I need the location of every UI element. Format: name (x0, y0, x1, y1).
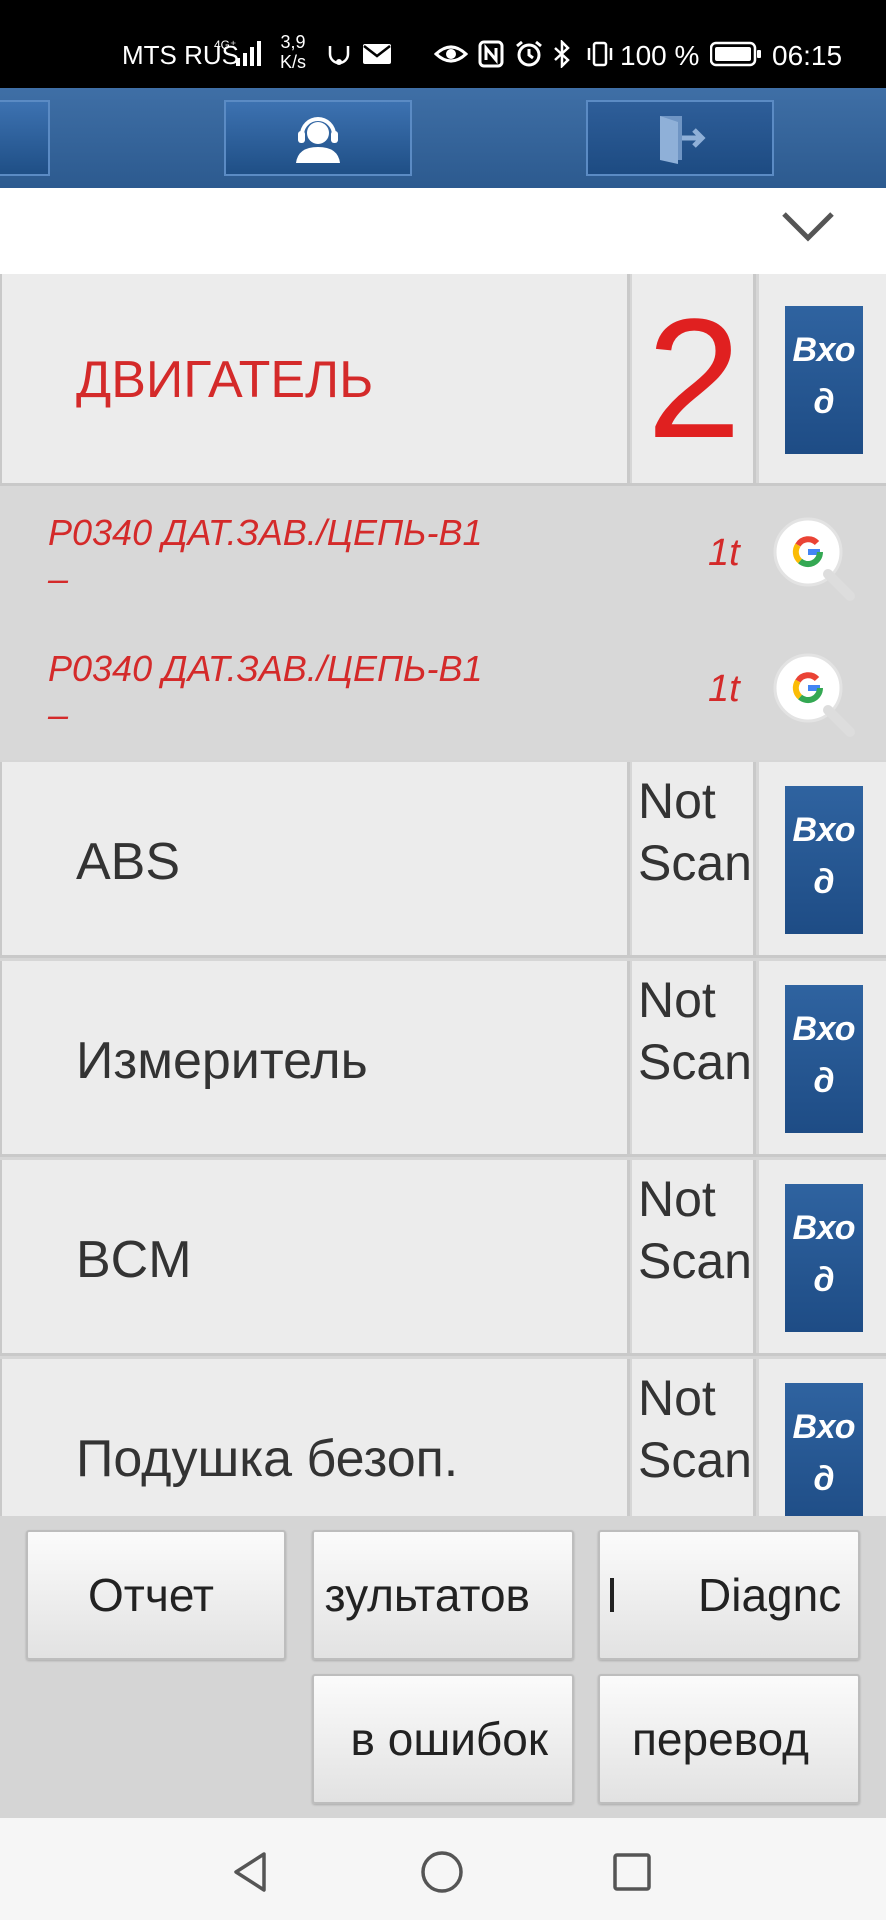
system-row-meter[interactable]: Измеритель Not Scanned Вхо д (0, 961, 886, 1157)
dtc-occurrence: 1t (708, 668, 740, 710)
dropdown-row (0, 188, 886, 274)
system-name: ABS (76, 833, 181, 891)
system-row-airbag[interactable]: Подушка безоп. Not Scanned Вхо д (0, 1359, 886, 1516)
dtc-code-line2: – (48, 558, 69, 599)
system-name-cell: BCM (0, 1160, 630, 1353)
translate-label: перевод (632, 1713, 809, 1765)
battery-percent: 100 % (620, 40, 700, 71)
translate-button[interactable]: перевод (598, 1674, 860, 1804)
dtc-count: 2 (646, 284, 742, 474)
system-list: ДВИГАТЕЛЬ 2 Вхо д P0340 ДАТ.ЗАВ./ЦЕПЬ-B1… (0, 274, 886, 1516)
scan-status: Not Scanned (638, 972, 753, 1090)
network-speed: 3,9 K/s (280, 32, 306, 72)
dtc-list: P0340 ДАТ.ЗАВ./ЦЕПЬ-B1 – 1t P0340 ДАТ.ЗА… (0, 486, 886, 760)
enter-label-line1: Вхо (792, 811, 856, 849)
enter-label-line1: Вхо (792, 1408, 856, 1446)
scan-status-cell: Not Scanned (632, 1359, 756, 1516)
enter-button[interactable]: Вхо д (785, 1383, 863, 1516)
enter-cell: Вхо д (759, 961, 886, 1154)
clock: 06:15 (772, 40, 843, 71)
scan-status-cell: Not Scanned (632, 961, 756, 1154)
scan-status-cell: Not Scanned (632, 762, 756, 955)
system-row-abs[interactable]: ABS Not Scanned Вхо д (0, 762, 886, 958)
enter-cell: Вхо д (759, 1359, 886, 1516)
clear-errors-button[interactable]: в ошибок (312, 1674, 574, 1804)
enter-button[interactable]: Вхо д (785, 786, 863, 934)
action-panel: Отчет зультатов Diagnc в ошибок перевод (0, 1516, 886, 1818)
home-icon[interactable] (418, 1848, 466, 1896)
clipped-text-fragment (610, 1578, 614, 1612)
enter-label-line2: д (813, 383, 835, 421)
signal-icon (236, 41, 261, 66)
enter-cell: Вхо д (759, 274, 886, 483)
enter-label-line2: д (813, 863, 835, 901)
enter-button[interactable]: Вхо д (785, 985, 863, 1133)
battery-icon (710, 41, 761, 67)
scan-status-cell: Not Scanned (632, 1160, 756, 1353)
system-row-bcm[interactable]: BCM Not Scanned Вхо д (0, 1160, 886, 1356)
enter-button[interactable]: Вхо д (785, 306, 863, 454)
system-name: Подушка безоп. (76, 1430, 459, 1488)
dtc-code-line1: P0340 ДАТ.ЗАВ./ЦЕПЬ-B1 (48, 648, 483, 689)
diagnostics-button[interactable]: Diagnc (598, 1530, 860, 1660)
enter-label-line2: д (813, 1261, 835, 1299)
nfc-icon (478, 40, 504, 68)
system-row-engine[interactable]: ДВИГАТЕЛЬ 2 Вхо д (0, 274, 886, 486)
speed-unit: K/s (280, 52, 307, 72)
toolbar-left-button[interactable] (0, 100, 50, 176)
bluetooth-icon (554, 40, 570, 68)
enter-cell: Вхо д (759, 762, 886, 955)
dtc-code: P0340 ДАТ.ЗАВ./ЦЕПЬ-B1 – (48, 510, 568, 602)
system-name-cell: Подушка безоп. (0, 1359, 630, 1516)
enter-label-line1: Вхо (792, 331, 856, 369)
operator-headset-icon (296, 117, 340, 163)
report-button[interactable]: Отчет (26, 1530, 286, 1660)
alarm-icon (516, 40, 542, 67)
dtc-occurrence: 1t (708, 532, 740, 574)
enter-label-line2: д (813, 1460, 835, 1498)
exit-button[interactable] (586, 100, 774, 176)
system-name-cell: ABS (0, 762, 630, 955)
dtc-item[interactable]: P0340 ДАТ.ЗАВ./ЦЕПЬ-B1 – 1t (0, 622, 886, 758)
system-name-cell: Измеритель (0, 961, 630, 1154)
system-name: ДВИГАТЕЛЬ (76, 351, 374, 409)
system-nav-bar (0, 1818, 886, 1920)
dtc-code-line2: – (48, 694, 69, 735)
dtc-code: P0340 ДАТ.ЗАВ./ЦЕПЬ-B1 – (48, 646, 568, 738)
clear-errors-label: в ошибок (350, 1713, 548, 1765)
diagnostics-label: Diagnc (698, 1569, 842, 1621)
vibrate-icon (587, 41, 613, 67)
results-label: зультатов (324, 1569, 530, 1621)
network-type: 4G⁺ (214, 38, 237, 52)
google-search-icon[interactable] (770, 650, 858, 738)
scan-status: Not Scanned (638, 773, 753, 891)
mail-icon (363, 44, 391, 64)
system-name: BCM (76, 1231, 192, 1289)
system-name-cell: ДВИГАТЕЛЬ (0, 274, 630, 483)
status-bar: MTS RUS 4G⁺ 3,9 K/s 100 % 06:15 (0, 0, 886, 88)
usb-debug-icon (328, 46, 350, 65)
top-toolbar (0, 88, 886, 188)
enter-label-line2: д (813, 1062, 835, 1100)
dtc-count-cell: 2 (632, 274, 756, 483)
chevron-down-icon[interactable] (780, 206, 836, 246)
enter-button[interactable]: Вхо д (785, 1184, 863, 1332)
google-search-icon[interactable] (770, 514, 858, 602)
dtc-code-line1: P0340 ДАТ.ЗАВ./ЦЕПЬ-B1 (48, 512, 483, 553)
exit-door-icon (660, 116, 706, 164)
recents-icon[interactable] (608, 1848, 656, 1896)
results-button[interactable]: зультатов (312, 1530, 574, 1660)
report-label: Отчет (88, 1569, 214, 1621)
enter-cell: Вхо д (759, 1160, 886, 1353)
dtc-item[interactable]: P0340 ДАТ.ЗАВ./ЦЕПЬ-B1 – 1t (0, 486, 886, 622)
scan-status: Not Scanned (638, 1171, 753, 1289)
scan-status: Not Scanned (638, 1370, 753, 1488)
back-icon[interactable] (228, 1848, 276, 1896)
enter-label-line1: Вхо (792, 1209, 856, 1247)
eye-icon (434, 45, 468, 63)
enter-label-line1: Вхо (792, 1010, 856, 1048)
system-name: Измеритель (76, 1032, 368, 1090)
speed-value: 3,9 (280, 32, 306, 52)
operator-button[interactable] (224, 100, 412, 176)
